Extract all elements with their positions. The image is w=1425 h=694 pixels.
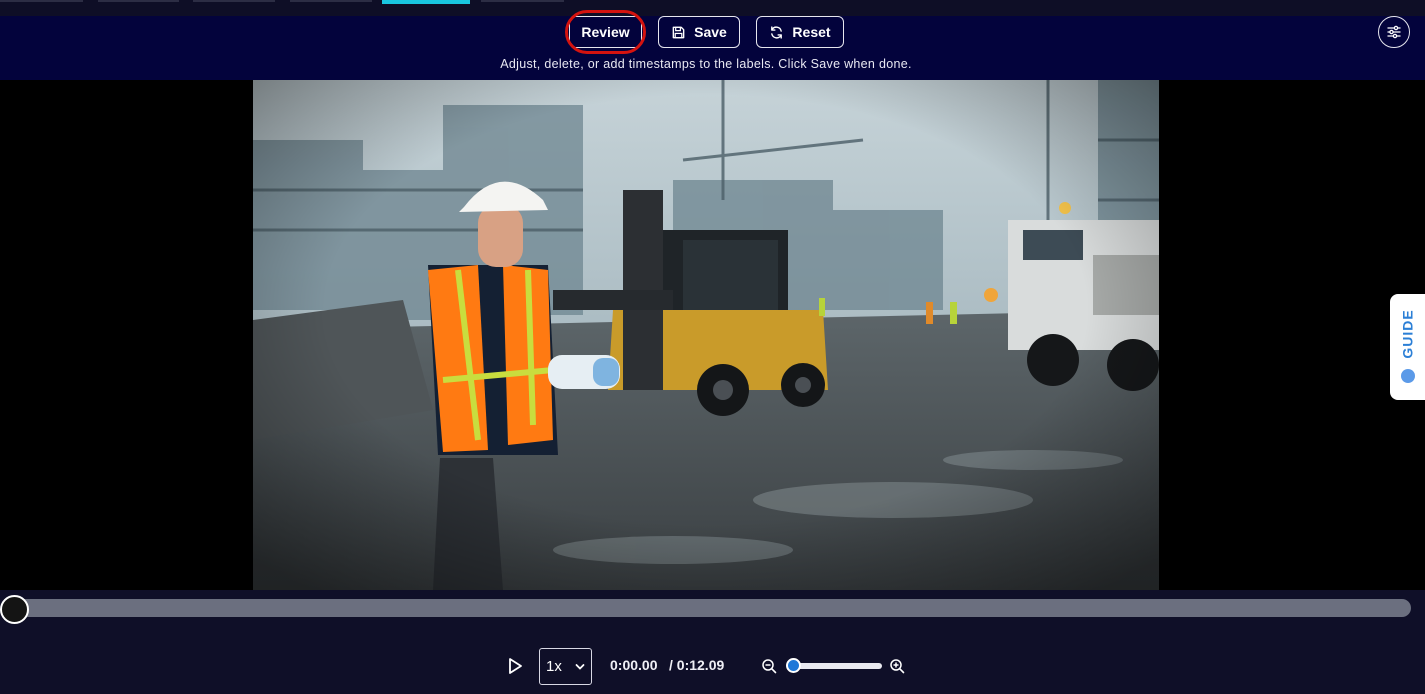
tab-active[interactable] (382, 0, 470, 4)
tab-2[interactable] (98, 0, 179, 2)
playback-speed-value: 1x (546, 658, 562, 675)
review-button-label: Review (581, 24, 630, 40)
tab-strip (0, 0, 1425, 16)
zoom-slider-track[interactable] (790, 663, 882, 669)
play-icon[interactable] (506, 656, 524, 676)
review-button[interactable]: Review (569, 16, 642, 48)
guide-tab[interactable]: GUIDE (1390, 294, 1425, 400)
tab-3[interactable] (193, 0, 275, 2)
save-button[interactable]: Save (658, 16, 740, 48)
refresh-icon (771, 25, 783, 39)
save-button-label: Save (694, 24, 727, 40)
tab-1[interactable] (0, 0, 83, 2)
timeline-playhead-knob[interactable] (0, 595, 29, 624)
annotation-app: Review Save Reset Adjust, delete, or add… (0, 0, 1425, 694)
video-frame (253, 80, 1159, 590)
zoom-in-icon[interactable] (889, 658, 905, 674)
reset-button-label: Reset (792, 24, 831, 40)
current-time: 0:00.00 (610, 657, 658, 673)
video-player[interactable] (0, 80, 1425, 590)
header-bar: Review Save Reset Adjust, delete, or add… (0, 10, 1425, 80)
guide-label: GUIDE (1399, 309, 1416, 359)
instructions-text: Adjust, delete, or add timestamps to the… (500, 57, 912, 71)
player-controls: 1x 0:00.00 / 0:12.09 (0, 647, 1425, 687)
settings-sliders-button[interactable] (1378, 16, 1410, 48)
chevron-down-icon (575, 664, 585, 670)
save-icon (672, 26, 685, 38)
playback-speed-select[interactable]: 1x (539, 648, 592, 685)
tab-4[interactable] (290, 0, 372, 2)
reset-button[interactable]: Reset (756, 16, 844, 48)
timeline-track[interactable] (12, 599, 1411, 617)
sliders-icon (1387, 25, 1401, 39)
construction-site-video-frame (253, 80, 1159, 590)
tab-6[interactable] (481, 0, 564, 2)
guide-info-icon (1401, 369, 1415, 383)
zoom-out-icon[interactable] (761, 658, 777, 674)
zoom-slider-thumb[interactable] (786, 658, 801, 673)
total-duration: / 0:12.09 (669, 657, 725, 673)
